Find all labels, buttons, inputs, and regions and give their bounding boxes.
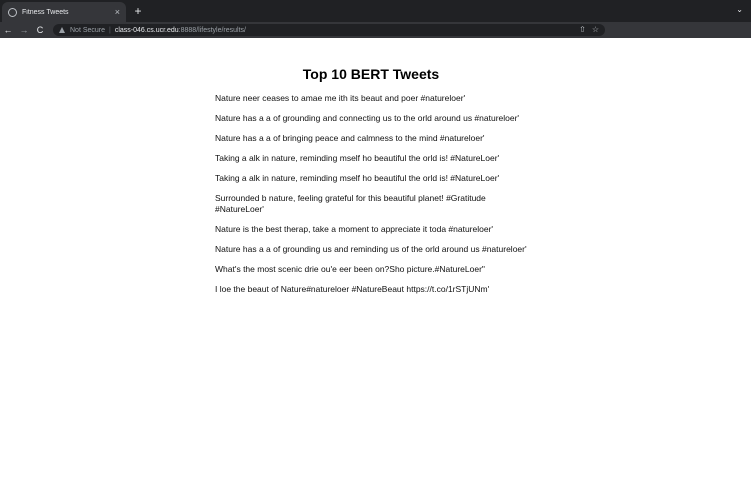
url-separator: | (109, 26, 111, 34)
url-path: :8888/lifestyle/results/ (178, 26, 246, 34)
star-icon[interactable]: ☆ (592, 24, 599, 36)
warning-icon (59, 27, 65, 33)
omnibox-actions: ⇧ ☆ (579, 24, 599, 36)
new-tab-button[interactable]: + (132, 4, 144, 18)
forward-button[interactable]: → (16, 22, 32, 38)
tweet-item: Nature has a a of grounding and connecti… (215, 113, 520, 123)
tweet-list: Nature neer ceases to amae me ith its be… (215, 93, 535, 304)
tweet-item: Nature is the best therap, take a moment… (215, 223, 494, 234)
url-host: class-046.cs.ucr.edu (114, 26, 179, 34)
tweet-item: Taking a alk in nature, reminding mself … (215, 173, 500, 183)
reload-button[interactable]: C (32, 22, 48, 38)
tweet-item: Nature neer ceases to amae me ith its be… (215, 93, 466, 103)
tweet-item: Nature has a a of grounding us and remin… (215, 243, 527, 254)
tab-title: Fitness Tweets (22, 8, 69, 16)
tweet-item: I loe the beaut of Nature#natureloer #Na… (215, 283, 490, 294)
page-content: Top 10 BERT Tweets Nature neer ceases to… (0, 38, 751, 484)
tweet-item: Surrounded b nature, feeling grateful fo… (215, 193, 486, 214)
share-icon[interactable]: ⇧ (579, 24, 586, 36)
back-button[interactable]: ← (0, 22, 16, 38)
chevron-down-icon[interactable]: ⌄ (736, 5, 743, 14)
tweet-item: What's the most scenic drie ou'e eer bee… (215, 263, 485, 274)
browser-toolbar: ← → C Not Secure | class-046.cs.ucr.edu:… (0, 22, 751, 56)
tab-strip: Fitness Tweets × + ⌄ (0, 0, 751, 22)
security-indicator[interactable]: Not Secure (70, 27, 105, 34)
address-bar[interactable]: Not Secure | class-046.cs.ucr.edu:8888/l… (53, 24, 605, 36)
close-tab-icon[interactable]: × (115, 7, 120, 17)
page-title: Top 10 BERT Tweets (302, 66, 440, 82)
tweet-item: Taking a alk in nature, reminding mself … (215, 153, 500, 163)
globe-icon (8, 7, 17, 17)
tab-fitness-tweets[interactable]: Fitness Tweets × (2, 2, 126, 22)
tweet-item: Nature has a a of bringing peace and cal… (215, 133, 485, 143)
